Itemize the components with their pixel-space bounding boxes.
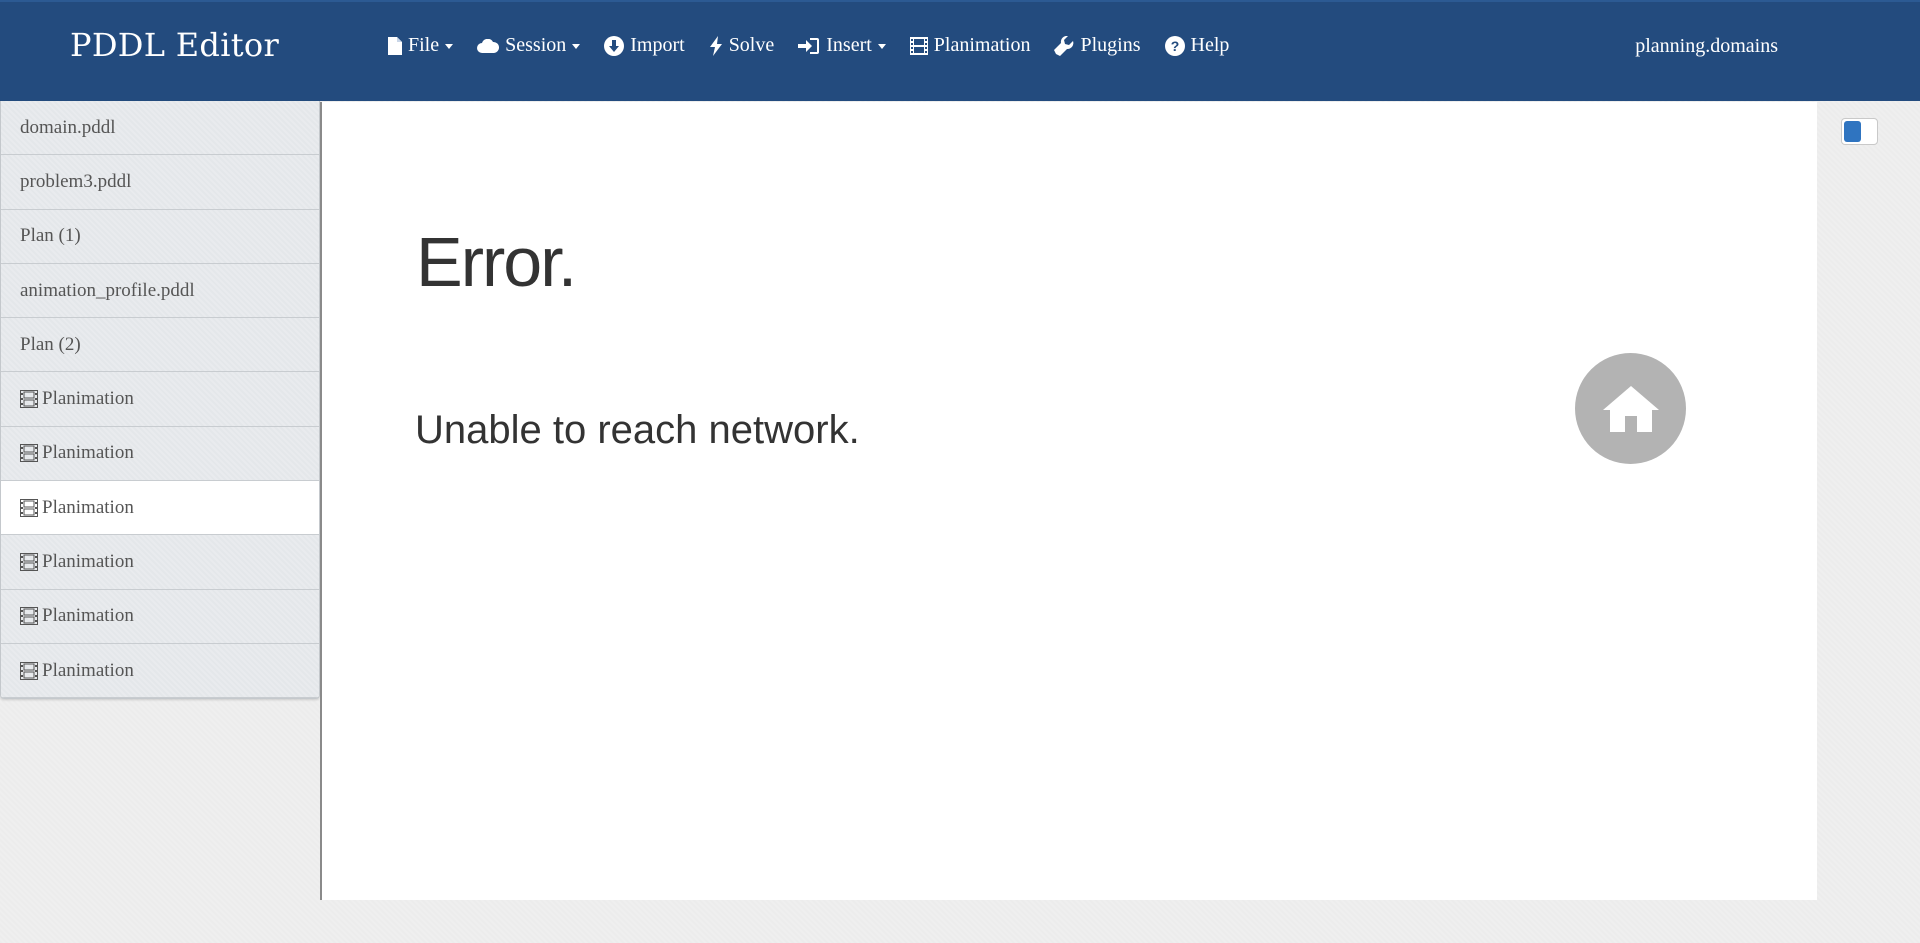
menu-file[interactable]: File [388,34,454,57]
main-menu: File Session Import Solve Insert Planima… [388,34,1253,57]
tab-plan-1[interactable]: Plan (1) [1,209,319,264]
menu-insert[interactable]: Insert [798,34,886,57]
chevron-down-icon [572,44,581,49]
chevron-down-icon [877,44,886,49]
app-brand[interactable]: PDDL Editor [70,26,279,64]
film-icon [909,36,928,55]
tab-animation-profile[interactable]: animation_profile.pddl [1,263,319,319]
menu-solve[interactable]: Solve [709,34,775,57]
tab-label: Planimation [42,551,134,573]
home-button[interactable] [1575,353,1686,464]
question-circle-icon: ? [1164,35,1185,56]
menu-help-label: Help [1190,34,1230,56]
file-icon [388,36,402,55]
tab-problem3-pddl[interactable]: problem3.pddl [1,155,319,210]
chevron-down-icon [445,44,454,49]
tab-planimation-6[interactable]: Planimation [1,643,319,699]
tab-planimation-1[interactable]: Planimation [1,372,319,427]
tab-planimation-4[interactable]: Planimation [1,535,319,590]
planimation-content-pane: Error. Unable to reach network. [320,102,1817,900]
toggle-knob [1844,121,1861,142]
film-icon [20,607,38,626]
menu-planimation[interactable]: Planimation [909,34,1031,57]
wrench-icon [1054,35,1074,56]
error-title: Error. [416,223,577,301]
tab-label: Planimation [42,388,134,410]
tab-label: Planimation [42,496,134,518]
menu-planimation-label: Planimation [933,34,1031,56]
tab-label: problem3.pddl [20,170,132,192]
film-icon [20,498,38,517]
menu-solve-label: Solve [728,34,775,56]
menu-session[interactable]: Session [477,34,581,57]
tab-plan-2[interactable]: Plan (2) [1,318,319,373]
bolt-icon [709,35,722,56]
svg-text:?: ? [1170,38,1179,54]
menu-import[interactable]: Import [604,34,685,57]
film-icon [20,661,38,680]
tab-planimation-2[interactable]: Planimation [1,426,319,482]
tab-domain-pddl[interactable]: domain.pddl [1,101,319,156]
layout-toggle-switch[interactable] [1841,118,1878,145]
planning-domains-link[interactable]: planning.domains [1635,35,1778,58]
menu-plugins[interactable]: Plugins [1054,34,1141,57]
menu-insert-label: Insert [826,34,872,56]
tab-planimation-5[interactable]: Planimation [1,589,319,644]
download-circle-icon [604,35,625,56]
tab-label: Planimation [42,659,134,681]
sign-in-icon [798,37,820,54]
error-message: Unable to reach network. [415,408,860,452]
film-icon [20,553,38,572]
tab-planimation-3-active[interactable]: Planimation [1,481,319,536]
film-icon [20,444,38,463]
file-tabs-sidebar: domain.pddl problem3.pddl Plan (1) anima… [0,101,320,700]
tab-label: domain.pddl [20,116,116,138]
menu-help[interactable]: ? Help [1164,34,1230,57]
menu-plugins-label: Plugins [1080,34,1141,56]
home-icon [1602,385,1659,432]
tab-label: Plan (1) [20,225,81,247]
cloud-icon [477,38,500,53]
tab-label: Plan (2) [20,333,81,355]
menu-import-label: Import [630,34,685,56]
tab-label: Planimation [42,605,134,627]
menu-file-label: File [408,34,440,56]
tab-label: Planimation [42,442,134,464]
tab-label: animation_profile.pddl [20,279,195,301]
menu-session-label: Session [505,34,567,56]
top-navbar: PDDL Editor File Session Import Solve In… [0,0,1920,101]
film-icon [20,390,38,409]
